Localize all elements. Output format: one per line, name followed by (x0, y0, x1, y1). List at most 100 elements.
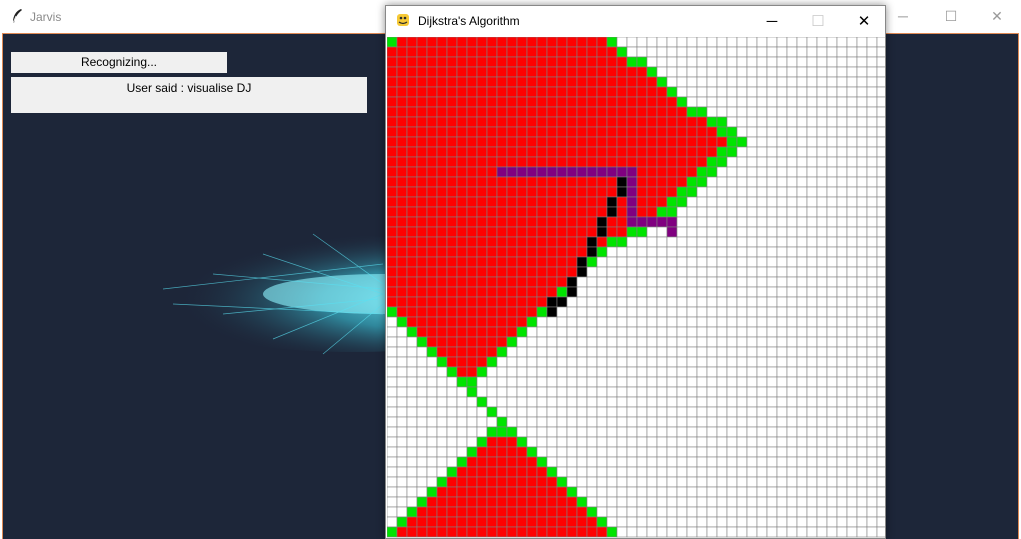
grid-cell-empty[interactable] (646, 396, 658, 408)
grid-cell-closed[interactable] (486, 266, 498, 278)
grid-cell-empty[interactable] (826, 446, 838, 458)
grid-cell-empty[interactable] (776, 496, 788, 508)
grid-cell-closed[interactable] (416, 66, 428, 78)
grid-cell-open[interactable] (646, 66, 658, 78)
grid-cell-closed[interactable] (566, 186, 578, 198)
grid-cell-closed[interactable] (406, 256, 418, 268)
grid-cell-empty[interactable] (866, 136, 878, 148)
grid-cell-closed[interactable] (426, 506, 438, 518)
grid-cell-empty[interactable] (756, 266, 768, 278)
grid-cell-empty[interactable] (706, 446, 718, 458)
grid-cell-closed[interactable] (656, 96, 668, 108)
grid-cell-empty[interactable] (616, 406, 628, 418)
grid-cell-empty[interactable] (876, 496, 886, 508)
grid-cell-closed[interactable] (536, 486, 548, 498)
grid-cell-closed[interactable] (546, 276, 558, 288)
grid-cell-closed[interactable] (387, 266, 398, 278)
grid-cell-closed[interactable] (556, 516, 568, 528)
grid-cell-empty[interactable] (786, 216, 798, 228)
grid-cell-empty[interactable] (876, 196, 886, 208)
grid-cell-empty[interactable] (486, 366, 498, 378)
grid-cell-empty[interactable] (806, 336, 818, 348)
grid-cell-empty[interactable] (676, 386, 688, 398)
grid-cell-empty[interactable] (696, 506, 708, 518)
grid-cell-empty[interactable] (666, 46, 678, 58)
grid-cell-empty[interactable] (786, 206, 798, 218)
grid-cell-empty[interactable] (796, 206, 808, 218)
grid-cell-closed[interactable] (426, 336, 438, 348)
grid-cell-closed[interactable] (606, 76, 618, 88)
grid-cell-empty[interactable] (806, 416, 818, 428)
grid-cell-closed[interactable] (516, 136, 528, 148)
grid-cell-empty[interactable] (856, 236, 868, 248)
grid-cell-closed[interactable] (566, 216, 578, 228)
grid-cell-empty[interactable] (866, 196, 878, 208)
grid-cell-empty[interactable] (816, 66, 828, 78)
grid-cell-empty[interactable] (716, 486, 728, 498)
grid-cell-closed[interactable] (466, 166, 478, 178)
grid-cell-closed[interactable] (456, 466, 468, 478)
grid-cell-empty[interactable] (676, 486, 688, 498)
grid-cell-closed[interactable] (506, 96, 518, 108)
grid-cell-empty[interactable] (866, 146, 878, 158)
grid-cell-empty[interactable] (706, 286, 718, 298)
grid-cell-closed[interactable] (526, 96, 538, 108)
grid-cell-empty[interactable] (686, 436, 698, 448)
grid-cell-empty[interactable] (856, 76, 868, 88)
grid-cell-closed[interactable] (446, 46, 458, 58)
grid-cell-closed[interactable] (406, 306, 418, 318)
grid-cell-closed[interactable] (556, 46, 568, 58)
grid-cell-empty[interactable] (846, 166, 858, 178)
grid-cell-empty[interactable] (586, 436, 598, 448)
grid-cell-empty[interactable] (436, 396, 448, 408)
grid-cell-empty[interactable] (387, 416, 398, 428)
grid-cell-empty[interactable] (516, 356, 528, 368)
grid-cell-empty[interactable] (736, 226, 748, 238)
grid-cell-empty[interactable] (536, 436, 548, 448)
grid-cell-empty[interactable] (696, 216, 708, 228)
grid-cell-empty[interactable] (736, 116, 748, 128)
grid-cell-closed[interactable] (656, 86, 668, 98)
grid-cell-empty[interactable] (736, 286, 748, 298)
grid-cell-empty[interactable] (766, 506, 778, 518)
grid-cell-empty[interactable] (387, 336, 398, 348)
grid-cell-empty[interactable] (846, 156, 858, 168)
grid-cell-open[interactable] (436, 356, 448, 368)
grid-cell-empty[interactable] (586, 406, 598, 418)
grid-cell-empty[interactable] (716, 216, 728, 228)
grid-cell-empty[interactable] (866, 236, 878, 248)
grid-cell-empty[interactable] (746, 336, 758, 348)
grid-cell-empty[interactable] (706, 426, 718, 438)
grid-cell-empty[interactable] (776, 326, 788, 338)
grid-cell-empty[interactable] (646, 476, 658, 488)
grid-cell-closed[interactable] (576, 146, 588, 158)
grid-cell-empty[interactable] (876, 186, 886, 198)
grid-cell-empty[interactable] (736, 176, 748, 188)
grid-cell-empty[interactable] (586, 296, 598, 308)
grid-cell-closed[interactable] (706, 146, 718, 158)
grid-cell-empty[interactable] (646, 376, 658, 388)
grid-cell-empty[interactable] (576, 336, 588, 348)
grid-cell-closed[interactable] (536, 266, 548, 278)
grid-cell-empty[interactable] (836, 466, 848, 478)
grid-cell-path[interactable] (566, 166, 578, 178)
grid-cell-empty[interactable] (786, 316, 798, 328)
grid-cell-empty[interactable] (616, 426, 628, 438)
grid-cell-path[interactable] (666, 216, 678, 228)
grid-cell-empty[interactable] (866, 376, 878, 388)
grid-cell-empty[interactable] (816, 316, 828, 328)
grid-cell-open[interactable] (686, 106, 698, 118)
grid-cell-empty[interactable] (766, 166, 778, 178)
grid-cell-empty[interactable] (846, 396, 858, 408)
grid-cell-closed[interactable] (526, 66, 538, 78)
grid-cell-closed[interactable] (476, 216, 488, 228)
grid-cell-closed[interactable] (436, 206, 448, 218)
grid-cell-closed[interactable] (416, 186, 428, 198)
grid-cell-empty[interactable] (606, 436, 618, 448)
grid-cell-empty[interactable] (426, 376, 438, 388)
grid-cell-closed[interactable] (686, 166, 698, 178)
grid-cell-closed[interactable] (616, 136, 628, 148)
grid-cell-empty[interactable] (606, 466, 618, 478)
grid-cell-closed[interactable] (596, 146, 608, 158)
grid-cell-empty[interactable] (536, 346, 548, 358)
